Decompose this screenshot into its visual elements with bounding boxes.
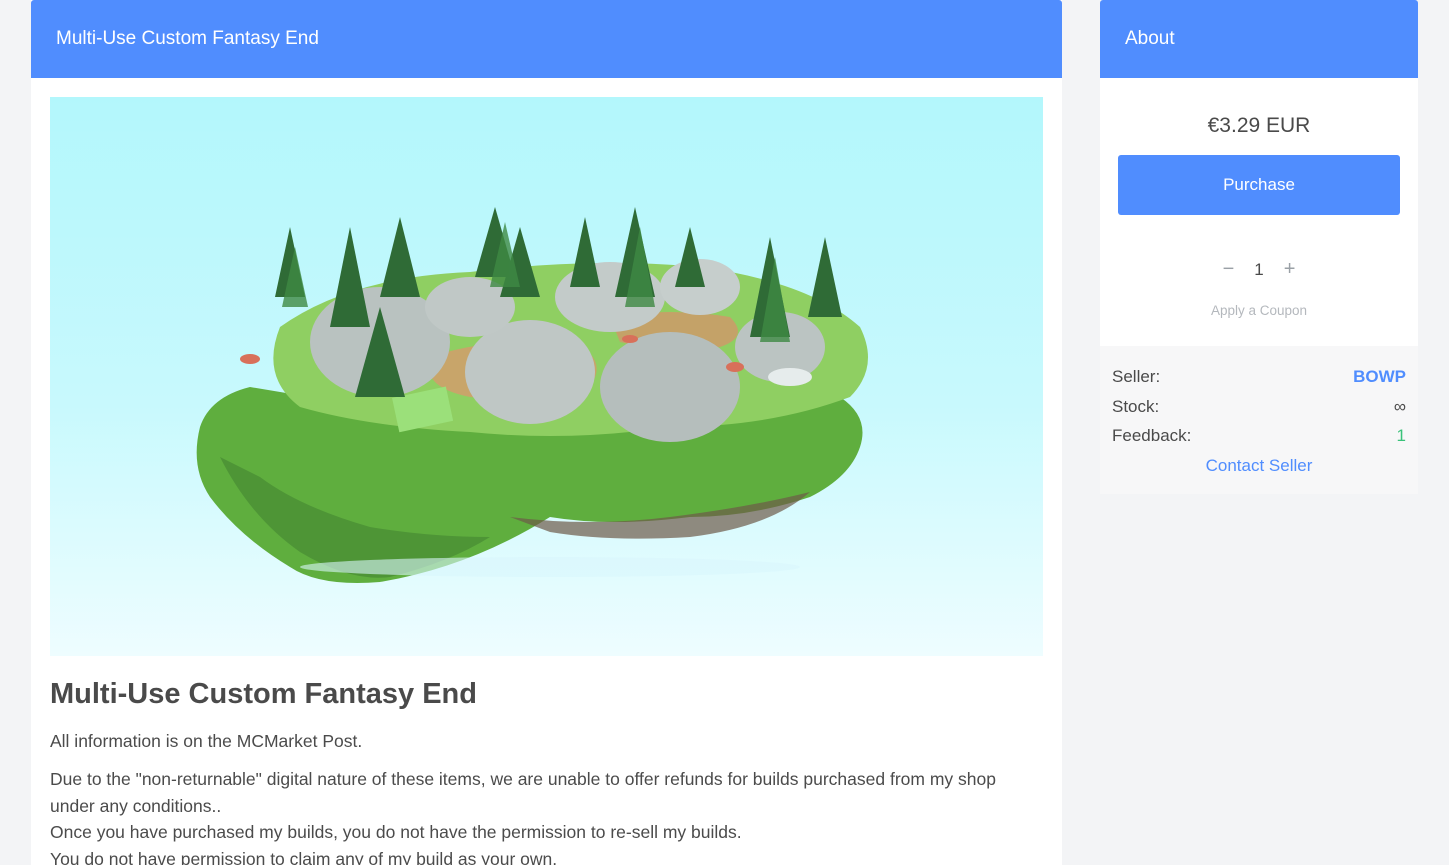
stock-value: ∞ <box>1393 396 1406 416</box>
contact-seller-link[interactable]: Contact Seller <box>1112 451 1406 481</box>
price-label: €3.29 EUR <box>1207 114 1311 137</box>
terms-line: Due to the "non-returnable" digital natu… <box>50 769 996 816</box>
feedback-label: Feedback: <box>1112 426 1192 445</box>
feedback-row: Feedback: 1 <box>1112 421 1406 451</box>
stock-label: Stock: <box>1112 396 1160 416</box>
voxel-island-illustration <box>196 207 868 583</box>
decrease-quantity-button[interactable]: − <box>1223 258 1235 281</box>
product-description-terms: Due to the "non-returnable" digital natu… <box>50 766 1040 865</box>
feedback-value: 1 <box>1396 426 1406 445</box>
stock-row: Stock: ∞ <box>1112 392 1406 422</box>
product-card: Multi-Use Custom Fantasy End Multi-Use C… <box>31 0 1062 865</box>
terms-line: You do not have permission to claim any … <box>50 848 558 865</box>
about-title: About <box>1125 28 1175 49</box>
quantity-stepper: − 1 + <box>1100 258 1418 281</box>
seller-info: Seller: BOWP Stock: ∞ Feedback: 1 Contac… <box>1100 346 1418 494</box>
product-image <box>50 97 1043 656</box>
product-description-intro: All information is on the MCMarket Post. <box>50 731 363 751</box>
terms-line: Once you have purchased my builds, you d… <box>50 822 742 842</box>
seller-row: Seller: BOWP <box>1112 362 1406 392</box>
product-title: Multi-Use Custom Fantasy End <box>50 678 477 710</box>
increase-quantity-button[interactable]: + <box>1284 258 1296 281</box>
apply-coupon-link[interactable]: Apply a Coupon <box>1100 303 1418 318</box>
quantity-value: 1 <box>1254 259 1264 279</box>
about-card: About €3.29 EUR Purchase − 1 + Apply a C… <box>1100 0 1418 494</box>
seller-link[interactable]: BOWP <box>1353 362 1406 392</box>
seller-label: Seller: <box>1112 367 1161 386</box>
about-card-header: About <box>1100 0 1418 78</box>
purchase-panel: €3.29 EUR Purchase − 1 + Apply a Coupon <box>1100 78 1418 346</box>
product-card-header: Multi-Use Custom Fantasy End <box>31 0 1062 78</box>
product-header-title: Multi-Use Custom Fantasy End <box>56 28 319 49</box>
purchase-button[interactable]: Purchase <box>1118 155 1400 215</box>
